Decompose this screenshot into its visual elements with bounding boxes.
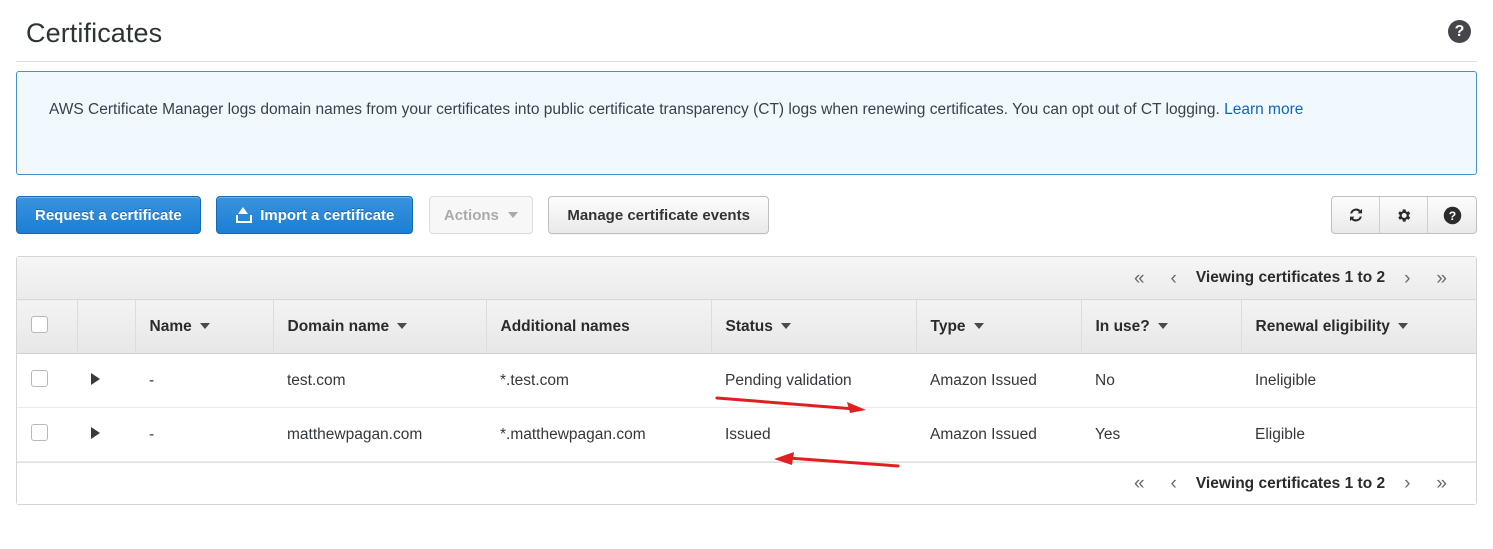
cell-status: Issued <box>711 407 916 462</box>
request-certificate-label: Request a certificate <box>35 206 182 224</box>
help-circle-icon[interactable]: ? <box>1428 197 1476 233</box>
chevron-down-icon <box>507 212 518 218</box>
pagination-next-button[interactable]: › <box>1391 269 1423 288</box>
manage-certificate-events-label: Manage certificate events <box>567 206 750 224</box>
cell-additional-names: *.matthewpagan.com <box>486 407 711 462</box>
column-header-name-label: Name <box>149 317 192 335</box>
sort-chevron-down-icon <box>199 323 210 330</box>
column-header-domain-name[interactable]: Domain name <box>273 299 487 354</box>
column-header-select <box>17 299 78 354</box>
row-expand-cell <box>77 353 135 408</box>
cell-domain-name: test.com <box>273 353 486 408</box>
column-header-status-label: Status <box>725 317 773 335</box>
table-header-row: Name Domain name Additional names Status… <box>17 299 1476 354</box>
row-checkbox[interactable] <box>31 423 48 441</box>
banner-message: AWS Certificate Manager logs domain name… <box>49 96 1448 124</box>
column-header-type-label: Type <box>930 317 966 335</box>
expand-triangle-icon[interactable] <box>91 372 100 385</box>
column-header-type[interactable]: Type <box>916 299 1082 354</box>
gear-icon[interactable] <box>1380 197 1428 233</box>
column-header-name[interactable]: Name <box>135 299 274 354</box>
column-header-renewal-eligibility-label: Renewal eligibility <box>1255 317 1390 335</box>
select-all-checkbox[interactable] <box>31 315 48 333</box>
cell-type: Amazon Issued <box>916 353 1081 408</box>
pagination-next-button[interactable]: › <box>1391 474 1423 493</box>
cell-renewal-eligibility: Ineligible <box>1241 353 1476 408</box>
learn-more-link[interactable]: Learn more <box>1224 101 1303 118</box>
pagination-label: Viewing certificates 1 to 2 <box>1195 269 1386 286</box>
column-header-additional-names: Additional names <box>486 299 712 354</box>
actions-label: Actions <box>443 206 499 224</box>
sort-chevron-down-icon <box>973 323 984 330</box>
manage-certificate-events-button[interactable]: Manage certificate events <box>548 196 769 234</box>
sort-chevron-down-icon <box>1397 323 1408 330</box>
pagination-bottom: « ‹ Viewing certificates 1 to 2 › » <box>17 462 1476 504</box>
actions-dropdown-button[interactable]: Actions <box>428 196 533 234</box>
ct-logging-notification-banner: AWS Certificate Manager logs domain name… <box>16 71 1477 175</box>
pagination-first-button[interactable]: « <box>1121 474 1158 493</box>
row-select-cell <box>17 407 77 462</box>
row-checkbox[interactable] <box>31 369 48 387</box>
cell-renewal-eligibility: Eligible <box>1241 407 1476 462</box>
cell-in-use: No <box>1081 353 1241 408</box>
pagination-first-button[interactable]: « <box>1121 269 1158 288</box>
help-circle-icon[interactable]: ? <box>1448 20 1471 43</box>
page-header: Certificates ? <box>16 0 1477 62</box>
table-header: Name Domain name Additional names Status… <box>17 299 1476 354</box>
request-certificate-button[interactable]: Request a certificate <box>16 196 201 234</box>
column-header-renewal-eligibility[interactable]: Renewal eligibility <box>1241 299 1476 354</box>
toolbar-icon-group: ? <box>1331 196 1477 234</box>
certificates-table: Name Domain name Additional names Status… <box>17 299 1476 462</box>
cell-additional-names: *.test.com <box>486 353 711 408</box>
sort-chevron-down-icon <box>1157 323 1168 330</box>
toolbar: Request a certificate Import a certifica… <box>16 196 1477 238</box>
cell-type: Amazon Issued <box>916 407 1081 462</box>
table-body: - test.com *.test.com Pending validation… <box>17 353 1476 462</box>
table-row[interactable]: - matthewpagan.com *.matthewpagan.com Is… <box>17 407 1476 462</box>
column-header-in-use-label: In use? <box>1095 317 1150 335</box>
row-expand-cell <box>77 407 135 462</box>
pagination-prev-button[interactable]: ‹ <box>1158 474 1190 493</box>
pagination-last-button[interactable]: » <box>1423 474 1460 493</box>
column-header-status[interactable]: Status <box>711 299 917 354</box>
pagination-label: Viewing certificates 1 to 2 <box>1195 474 1386 492</box>
expand-triangle-icon[interactable] <box>91 426 100 439</box>
cell-in-use: Yes <box>1081 407 1241 462</box>
pagination-last-button[interactable]: » <box>1423 269 1460 288</box>
pagination-top: « ‹ Viewing certificates 1 to 2 › » <box>17 257 1476 299</box>
refresh-icon[interactable] <box>1332 197 1380 233</box>
column-header-expand <box>77 299 136 354</box>
cell-status: Pending validation <box>711 353 916 408</box>
pagination-prev-button[interactable]: ‹ <box>1158 269 1190 288</box>
cell-name: - <box>135 353 273 408</box>
table-row[interactable]: - test.com *.test.com Pending validation… <box>17 353 1476 408</box>
sort-chevron-down-icon <box>397 323 408 330</box>
column-header-additional-names-label: Additional names <box>500 317 630 335</box>
svg-text:?: ? <box>1448 208 1455 222</box>
page-title: Certificates <box>26 18 163 48</box>
upload-icon <box>235 207 253 223</box>
column-header-in-use[interactable]: In use? <box>1081 299 1242 354</box>
import-certificate-label: Import a certificate <box>260 206 395 224</box>
sort-chevron-down-icon <box>780 323 791 330</box>
import-certificate-button[interactable]: Import a certificate <box>216 196 414 234</box>
column-header-domain-name-label: Domain name <box>287 317 390 335</box>
row-select-cell <box>17 353 77 408</box>
cell-name: - <box>135 407 273 462</box>
cell-domain-name: matthewpagan.com <box>273 407 486 462</box>
certificates-table-container: « ‹ Viewing certificates 1 to 2 › » Name… <box>16 256 1477 505</box>
banner-message-text: AWS Certificate Manager logs domain name… <box>49 101 1225 118</box>
